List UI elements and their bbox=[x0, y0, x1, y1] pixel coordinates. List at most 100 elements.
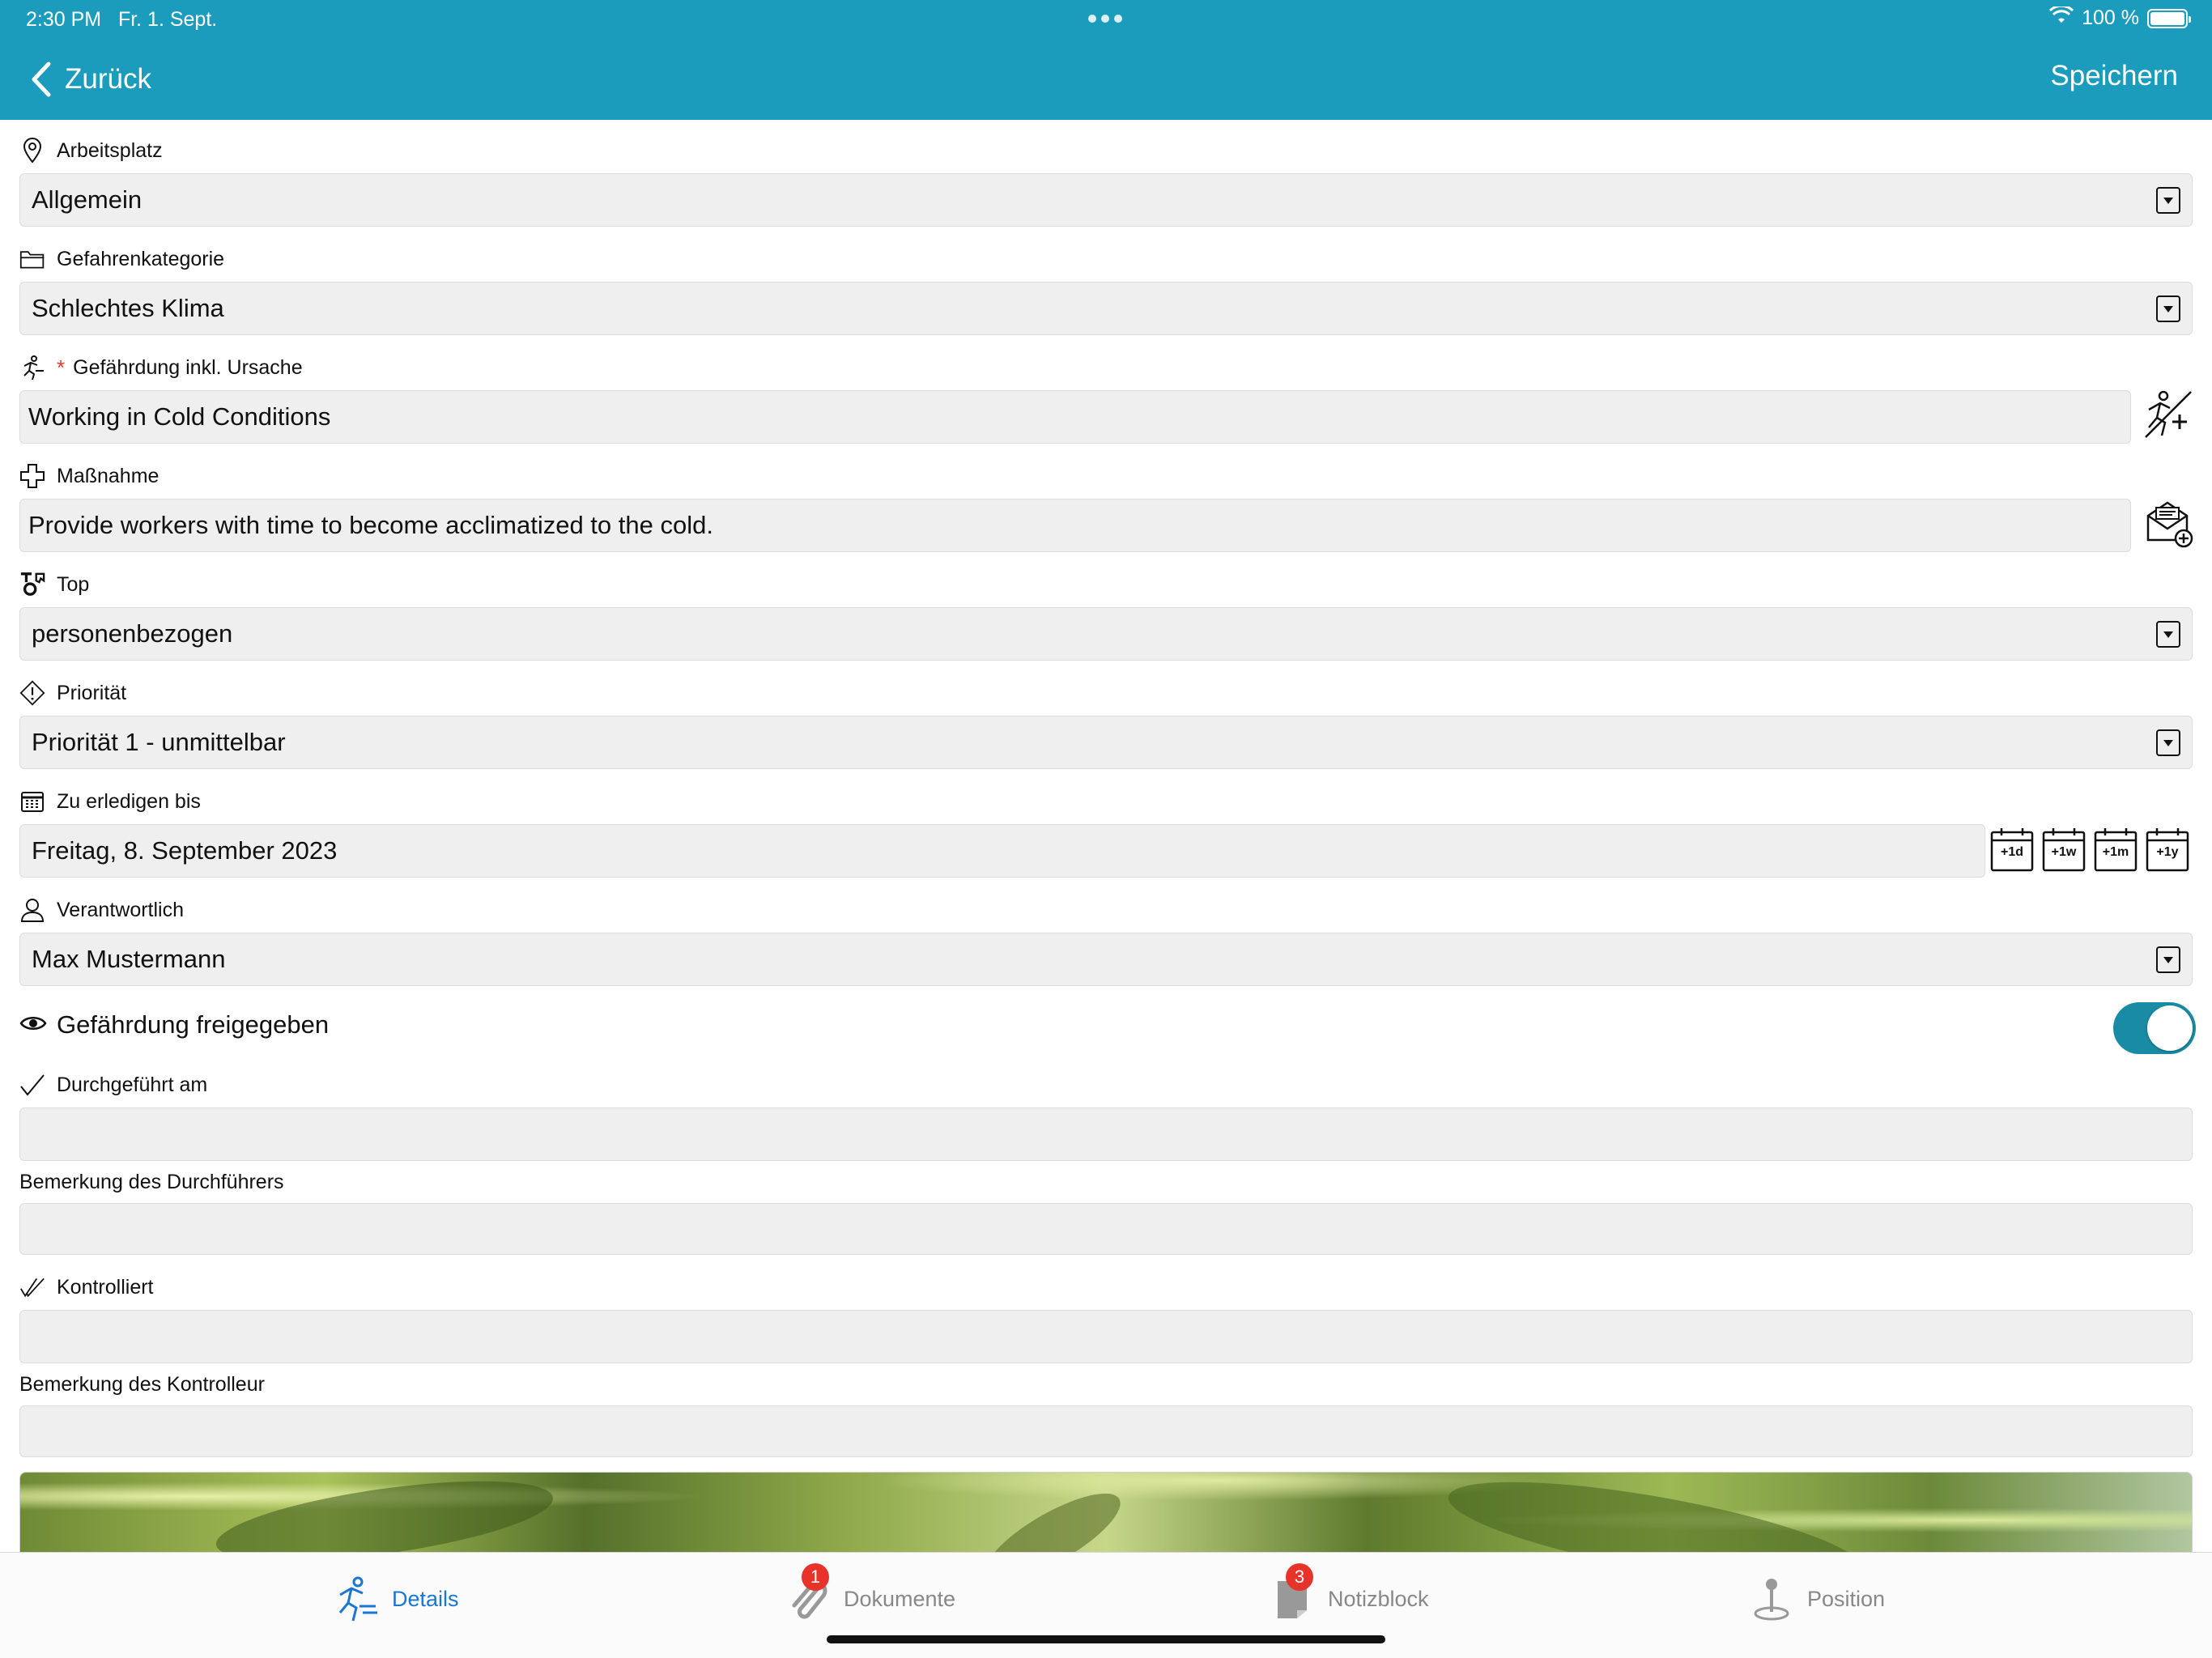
battery-percent: 100 % bbox=[2082, 6, 2139, 29]
durchgefuehrt-label-row: Durchgeführt am bbox=[19, 1069, 207, 1101]
top-label: Top bbox=[57, 572, 90, 596]
add-one-day-button[interactable]: +1d bbox=[1990, 826, 2034, 873]
save-button[interactable]: Speichern bbox=[2050, 60, 2178, 92]
kontrolliert-date-input[interactable] bbox=[19, 1310, 2193, 1363]
verantwortlich-value: Max Mustermann bbox=[32, 945, 226, 973]
hazard-add-icon bbox=[2145, 390, 2192, 438]
home-indicator[interactable] bbox=[827, 1635, 1385, 1643]
freigegeben-toggle[interactable] bbox=[2113, 1002, 2196, 1054]
tab-notizblock-label: Notizblock bbox=[1328, 1586, 1429, 1611]
eye-icon bbox=[19, 1010, 47, 1039]
top-label-row: Top bbox=[19, 568, 89, 601]
map-pin-icon bbox=[1747, 1575, 1796, 1623]
gefahrenkategorie-select[interactable]: Schlechtes Klima bbox=[19, 282, 2193, 335]
top-select[interactable]: personenbezogen bbox=[19, 607, 2193, 661]
measure-catalog-button[interactable] bbox=[2141, 495, 2196, 551]
prioritaet-select[interactable]: Priorität 1 - unmittelbar bbox=[19, 716, 2193, 769]
arbeitsplatz-label: Arbeitsplatz bbox=[57, 138, 163, 162]
add-one-month-label: +1m bbox=[2102, 845, 2129, 859]
verantwortlich-label-row: Verantwortlich bbox=[19, 894, 184, 926]
dropdown-arrow-icon bbox=[2156, 295, 2180, 322]
dropdown-arrow-icon bbox=[2156, 621, 2180, 648]
dokumente-badge: 1 bbox=[802, 1563, 829, 1591]
hazard-person-icon bbox=[19, 355, 45, 380]
notepad-icon: 3 bbox=[1268, 1563, 1317, 1623]
warning-diamond-icon bbox=[19, 680, 45, 706]
navigation-bar: 2:30 PM Fr. 1. Sept. 100 % Zurück Speich… bbox=[0, 0, 2212, 120]
tab-details[interactable]: Details bbox=[332, 1574, 459, 1624]
tab-position[interactable]: Position bbox=[1747, 1574, 1885, 1624]
battery-icon bbox=[2147, 8, 2191, 28]
tab-dokumente[interactable]: 1 Dokumente bbox=[784, 1563, 956, 1624]
hazard-photo[interactable] bbox=[19, 1472, 2193, 1553]
bemerkung-durchfuehrer-label-row: Bemerkung des Durchführers bbox=[19, 1166, 284, 1198]
person-icon bbox=[19, 897, 45, 923]
verantwortlich-select[interactable]: Max Mustermann bbox=[19, 933, 2193, 986]
bemerkung-kontrolleur-input[interactable] bbox=[19, 1405, 2193, 1457]
hazard-catalog-button[interactable] bbox=[2141, 387, 2196, 442]
envelope-add-icon bbox=[2146, 501, 2193, 548]
folder-icon bbox=[19, 246, 45, 272]
arbeitsplatz-select[interactable]: Allgemein bbox=[19, 173, 2193, 227]
dropdown-arrow-icon bbox=[2156, 187, 2180, 214]
bemerkung-kontrolleur-label: Bemerkung des Kontrolleur bbox=[19, 1372, 265, 1396]
arbeitsplatz-label-row: Arbeitsplatz bbox=[19, 134, 163, 167]
arbeitsplatz-value: Allgemein bbox=[32, 185, 143, 214]
status-time: 2:30 PM Fr. 1. Sept. bbox=[26, 8, 217, 32]
massnahme-input[interactable]: Provide workers with time to become accl… bbox=[19, 499, 2131, 552]
clock-text: 2:30 PM bbox=[26, 8, 102, 31]
add-one-month-button[interactable]: +1m bbox=[2094, 826, 2138, 873]
chevron-left-icon bbox=[32, 62, 51, 97]
hazard-person-icon bbox=[332, 1575, 381, 1623]
wifi-icon bbox=[2049, 4, 2074, 30]
double-checkmark-icon bbox=[19, 1274, 45, 1300]
tab-position-label: Position bbox=[1807, 1586, 1886, 1611]
gefaehrdung-input[interactable]: Working in Cold Conditions bbox=[19, 390, 2131, 444]
add-one-week-label: +1w bbox=[2051, 845, 2077, 859]
gefaehrdung-label: Gefährdung inkl. Ursache bbox=[73, 355, 303, 379]
massnahme-value: Provide workers with time to become accl… bbox=[28, 511, 713, 539]
kontrolliert-label-row: Kontrolliert bbox=[19, 1271, 154, 1303]
zu-erledigen-date-input[interactable]: Freitag, 8. September 2023 bbox=[19, 824, 1985, 878]
prioritaet-label-row: Priorität bbox=[19, 677, 126, 709]
durchgefuehrt-date-input[interactable] bbox=[19, 1107, 2193, 1161]
durchgefuehrt-label: Durchgeführt am bbox=[57, 1073, 208, 1096]
top-icon bbox=[19, 572, 45, 597]
plus-cross-icon bbox=[19, 463, 45, 489]
top-value: personenbezogen bbox=[32, 619, 233, 648]
freigegeben-label: Gefährdung freigegeben bbox=[57, 1010, 330, 1039]
date-text: Fr. 1. Sept. bbox=[117, 8, 218, 31]
calendar-icon bbox=[19, 789, 45, 814]
multitasking-dots[interactable] bbox=[1088, 15, 1122, 23]
zu-erledigen-value: Freitag, 8. September 2023 bbox=[32, 836, 338, 865]
kontrolliert-label: Kontrolliert bbox=[57, 1275, 154, 1299]
massnahme-label-row: Maßnahme bbox=[19, 460, 159, 492]
add-one-day-label: +1d bbox=[2000, 845, 2023, 859]
massnahme-label: Maßnahme bbox=[57, 464, 160, 487]
bemerkung-durchfuehrer-input[interactable] bbox=[19, 1203, 2193, 1255]
required-marker: * bbox=[57, 355, 66, 380]
zu-erledigen-label: Zu erledigen bis bbox=[57, 789, 201, 813]
bemerkung-kontrolleur-label-row: Bemerkung des Kontrolleur bbox=[19, 1368, 265, 1401]
zu-erledigen-label-row: Zu erledigen bis bbox=[19, 785, 201, 818]
dropdown-arrow-icon bbox=[2156, 946, 2180, 973]
gefahrenkategorie-label: Gefahrenkategorie bbox=[57, 247, 225, 270]
notizblock-badge: 3 bbox=[1286, 1563, 1313, 1591]
prioritaet-label: Priorität bbox=[57, 681, 127, 704]
tab-notizblock[interactable]: 3 Notizblock bbox=[1268, 1563, 1429, 1624]
checkmark-icon bbox=[19, 1072, 45, 1098]
verantwortlich-label: Verantwortlich bbox=[57, 898, 185, 921]
paperclip-icon: 1 bbox=[784, 1563, 832, 1623]
tab-dokumente-label: Dokumente bbox=[844, 1586, 956, 1611]
tab-details-label: Details bbox=[392, 1586, 459, 1611]
location-pin-icon bbox=[19, 138, 45, 164]
add-one-year-label: +1y bbox=[2156, 845, 2179, 859]
gefahrenkategorie-value: Schlechtes Klima bbox=[32, 294, 224, 322]
gefaehrdung-value: Working in Cold Conditions bbox=[28, 402, 331, 431]
gefaehrdung-label-row: * Gefährdung inkl. Ursache bbox=[19, 351, 303, 384]
add-one-year-button[interactable]: +1y bbox=[2146, 826, 2189, 873]
gefahrenkategorie-label-row: Gefahrenkategorie bbox=[19, 243, 224, 275]
back-button[interactable]: Zurück bbox=[31, 57, 151, 102]
add-one-week-button[interactable]: +1w bbox=[2042, 826, 2086, 873]
dropdown-arrow-icon bbox=[2156, 729, 2180, 756]
